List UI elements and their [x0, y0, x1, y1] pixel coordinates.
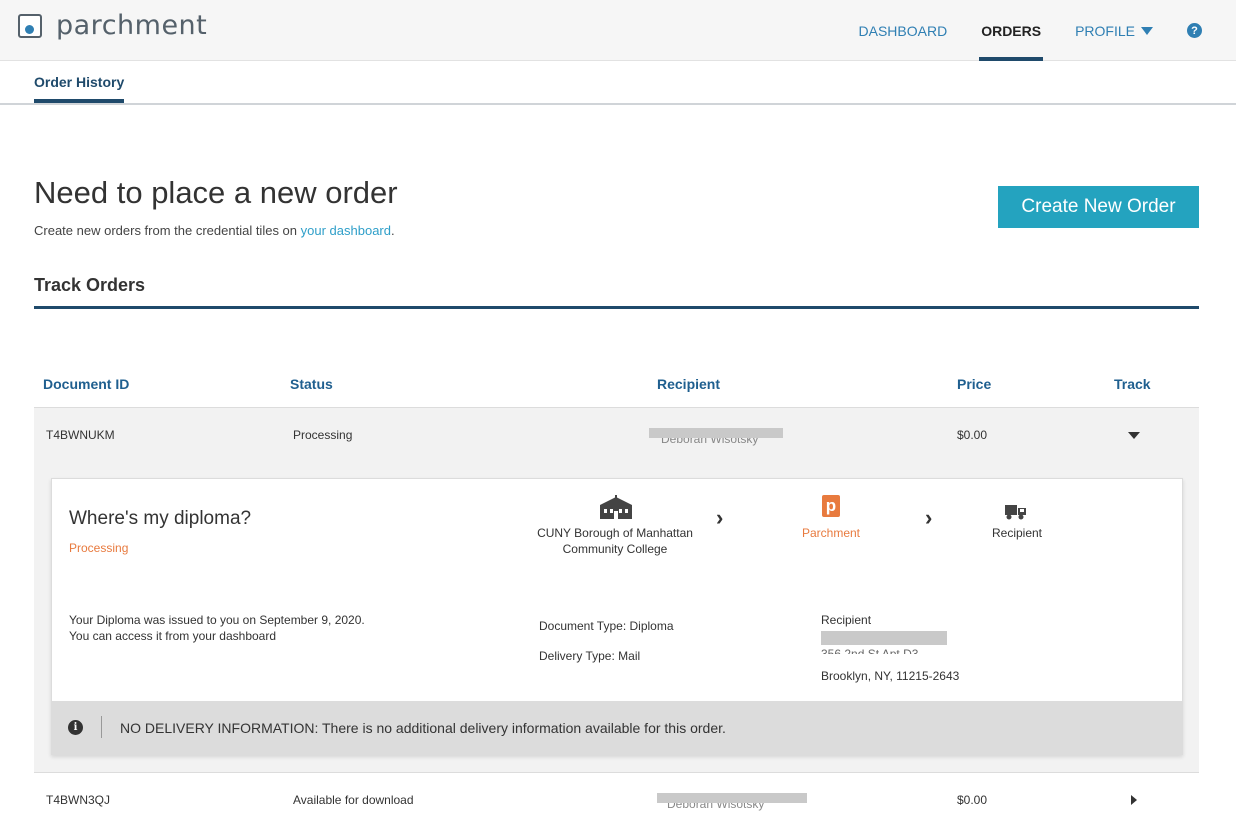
- chevron-right-icon: ›: [716, 505, 724, 530]
- parchment-logo[interactable]: parchment: [18, 10, 208, 41]
- tracking-status: Processing: [69, 541, 129, 555]
- document-id: T4BWN3QJ: [46, 793, 111, 807]
- header-document-id: Document ID: [43, 376, 130, 392]
- expand-toggle-icon[interactable]: [1131, 795, 1137, 805]
- top-bar: parchment DASHBOARD ORDERS PROFILE ?: [0, 0, 1236, 61]
- table-row[interactable]: T4BWNUKM Processing Deborah Wisotsky $0.…: [34, 407, 1199, 461]
- order-price: $0.00: [957, 793, 988, 807]
- parchment-logo-icon: [18, 14, 42, 38]
- header-price: Price: [957, 376, 992, 392]
- order-tracking-card: Where's my diploma? Processing CUNY Boro…: [51, 478, 1183, 755]
- tracking-title: Where's my diploma?: [69, 508, 252, 529]
- hero-subtitle-text: Create new orders from the credential ti…: [34, 223, 301, 238]
- hero-subtitle-suffix: .: [390, 223, 395, 238]
- collapse-toggle-icon[interactable]: [1128, 432, 1140, 439]
- hero-subtitle: Create new orders from the credential ti…: [34, 223, 395, 238]
- order-price: $0.00: [957, 428, 988, 442]
- track-orders-heading: Track Orders: [34, 275, 146, 295]
- header-track: Track: [1114, 376, 1151, 392]
- brand-name: parchment: [56, 10, 208, 41]
- help-icon[interactable]: ?: [1187, 23, 1202, 38]
- table-row[interactable]: T4BWN3QJ Available for download Deborah …: [34, 772, 1199, 816]
- divider: [34, 306, 1199, 309]
- issued-line-1: Your Diploma was issued to you on Septem…: [69, 613, 365, 627]
- divider: [101, 716, 102, 738]
- address-line: 356 2nd St Apt D3: [821, 647, 919, 654]
- document-type: Document Type: Diploma: [539, 619, 674, 633]
- issued-line-2: You can access it from your dashboard: [69, 629, 277, 643]
- dashboard-link[interactable]: your dashboard: [301, 223, 391, 238]
- tab-order-history[interactable]: Order History: [34, 74, 125, 103]
- city-line: Brooklyn, NY, 11215-2643: [821, 669, 960, 683]
- nav-orders[interactable]: ORDERS: [979, 0, 1043, 61]
- header-status: Status: [290, 376, 333, 392]
- redaction-bar: [821, 631, 947, 645]
- delivery-truck-icon: [1005, 505, 1026, 520]
- caret-down-icon: [1141, 26, 1153, 35]
- info-icon: i: [68, 720, 83, 735]
- nav-dashboard[interactable]: DASHBOARD: [859, 0, 948, 61]
- delivery-notice: i NO DELIVERY INFORMATION: There is no a…: [52, 701, 1182, 755]
- nav-profile[interactable]: PROFILE: [1075, 0, 1153, 61]
- step-sender: CUNY Borough of Manhattan Community Coll…: [537, 526, 693, 556]
- document-id: T4BWNUKM: [46, 428, 115, 442]
- sub-nav: Order History: [0, 61, 1236, 105]
- parchment-p-icon: p: [822, 495, 840, 517]
- delivery-type: Delivery Type: Mail: [539, 649, 641, 663]
- redaction-bar: [649, 428, 783, 438]
- create-new-order-button[interactable]: Create New Order: [998, 186, 1199, 228]
- page-title: Need to place a new order: [34, 175, 398, 210]
- school-building-icon: [600, 495, 632, 519]
- main-nav: DASHBOARD ORDERS PROFILE ?: [825, 0, 1202, 61]
- recipient-label: Recipient: [821, 613, 872, 627]
- order-status: Available for download: [293, 793, 414, 807]
- notice-text: NO DELIVERY INFORMATION: There is no add…: [120, 720, 726, 736]
- chevron-right-icon: ›: [925, 505, 933, 530]
- step-recipient: Recipient: [991, 526, 1043, 540]
- redaction-bar: [657, 793, 807, 803]
- step-hub: Parchment: [801, 526, 861, 540]
- header-recipient: Recipient: [657, 376, 721, 392]
- order-status: Processing: [293, 428, 353, 442]
- nav-profile-label: PROFILE: [1075, 22, 1135, 39]
